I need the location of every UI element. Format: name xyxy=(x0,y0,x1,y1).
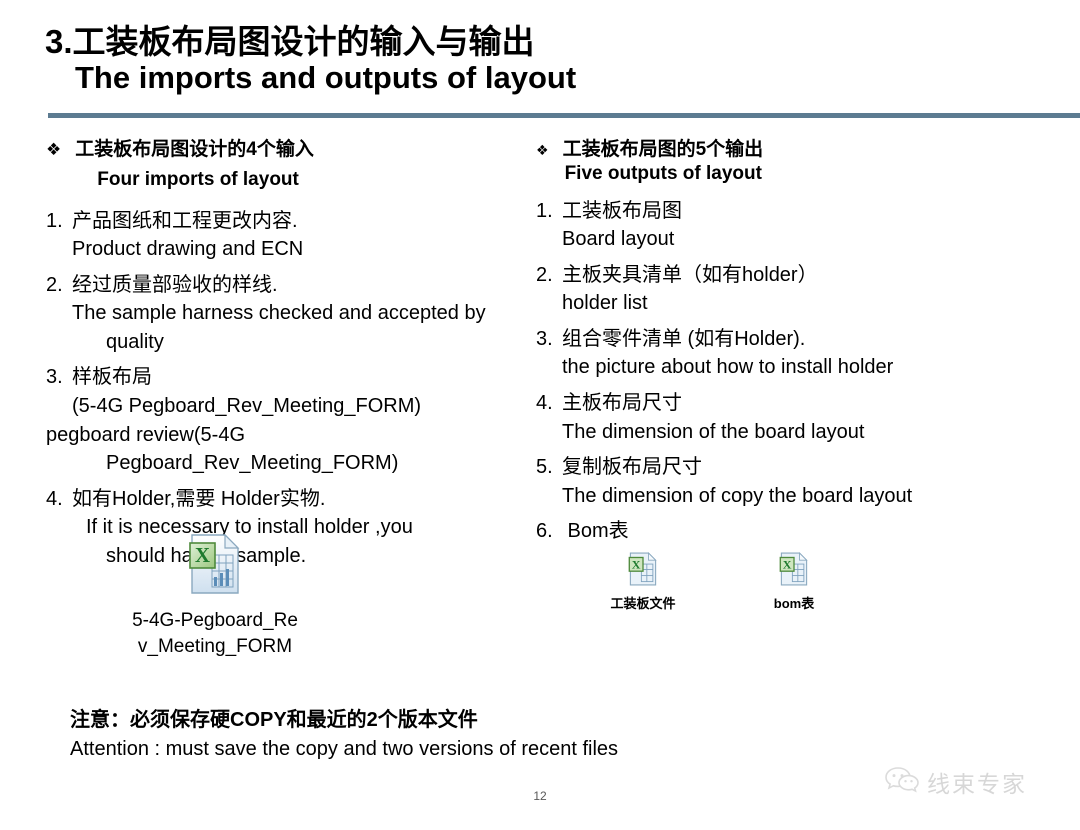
excel-file-icon[interactable]: X xyxy=(188,533,242,600)
page-title: 3.工装板布局图设计的输入与输出 The imports and outputs… xyxy=(45,23,1045,96)
list-item-number: 2. xyxy=(46,273,63,296)
list-item-cn: 3. 组合零件清单 (如有Holder). xyxy=(536,326,1056,353)
list-item-en-extra2: Pegboard_Rev_Meeting_FORM) xyxy=(106,452,399,475)
list-item: 5. 复制板布局尺寸 The dimension of copy the boar… xyxy=(536,454,1056,509)
excel-file-left[interactable]: X 5-4G-Pegboard_Re v_Meeting_FORM xyxy=(130,533,300,659)
list-item-cn-text: 主板夹具清单（如有holder） xyxy=(562,263,818,286)
right-heading-en: Five outputs of layout xyxy=(564,162,762,184)
list-item-cn-text: 复制板布局尺寸 xyxy=(562,456,702,479)
list-item-cn-text: 如有Holder,需要 Holder实物. xyxy=(72,487,326,510)
list-item-number: 2. xyxy=(536,263,553,286)
excel-file-board[interactable]: X 工装板文件 xyxy=(583,552,703,612)
list-item-en-extra1: pegboard review(5-4G xyxy=(46,423,245,446)
list-item: 2. 主板夹具清单（如有holder） holder list xyxy=(536,262,1056,317)
list-item-en: The sample harness checked and accepted … xyxy=(72,302,486,325)
list-item-en: The dimension of the board layout xyxy=(562,420,865,443)
list-item-en: (5-4G Pegboard_Rev_Meeting_FORM) xyxy=(72,395,422,418)
list-item-number: 6. xyxy=(536,520,553,543)
watermark-text: 线束专家 xyxy=(927,772,1027,798)
page-title-en: The imports and outputs of layout xyxy=(75,59,577,95)
list-item-en: holder list xyxy=(562,292,648,315)
attention-note: 注意：必须保存硬COPY和最近的2个版本文件 Attention : must … xyxy=(70,707,970,762)
attention-note-cn: 注意：必须保存硬COPY和最近的2个版本文件 xyxy=(70,709,478,731)
list-item-cn: 2. 主板夹具清单（如有holder） xyxy=(536,262,1056,289)
list-item: 1. 工装板布局图 Board layout xyxy=(536,198,1056,253)
excel-file-left-caption: 5-4G-Pegboard_Re v_Meeting_FORM xyxy=(130,608,300,659)
wechat-icon xyxy=(885,766,919,799)
left-heading-en: Four imports of layout xyxy=(97,168,299,190)
list-item: 4. 主板布局尺寸 The dimension of the board layo… xyxy=(536,390,1056,445)
list-item-cn: 1. 产品图纸和工程更改内容. xyxy=(46,208,546,235)
list-item-en-cont: quality xyxy=(106,330,164,353)
list-item-en: Board layout xyxy=(562,228,675,251)
excel-file-left-caption-line2: v_Meeting_FORM xyxy=(137,635,293,657)
list-item-number: 1. xyxy=(46,209,63,232)
list-item-cn-text: 组合零件清单 (如有Holder). xyxy=(562,327,806,350)
list-item-number: 3. xyxy=(46,366,63,389)
excel-file-left-caption-line1: 5-4G-Pegboard_Re xyxy=(132,610,298,631)
list-item-number: 3. xyxy=(536,327,553,350)
list-item-cn: 1. 工装板布局图 xyxy=(536,198,1056,225)
excel-file-board-caption: 工装板文件 xyxy=(610,596,676,611)
excel-file-icon[interactable]: X xyxy=(628,552,658,591)
diamond-bullet-icon: ❖ xyxy=(536,142,549,158)
list-item-number: 5. xyxy=(536,456,553,479)
list-item-number: 4. xyxy=(46,487,63,510)
left-heading-cn: 工装板布局图设计的4个输入 xyxy=(75,139,314,160)
list-item: 6. Bom表 xyxy=(536,518,1056,545)
list-item-number: 4. xyxy=(536,392,553,415)
right-column: ❖ 工装板布局图的5个输出 Five outputs of layout 1. 工… xyxy=(536,138,1056,545)
list-item-cn: 4. 主板布局尺寸 xyxy=(536,390,1056,417)
watermark: 线束专家 xyxy=(885,765,1027,799)
list-item-cn-text: 主板布局尺寸 xyxy=(562,392,682,415)
svg-text:X: X xyxy=(632,557,641,571)
list-item-cn: 6. Bom表 xyxy=(536,518,1056,545)
excel-file-bom[interactable]: X bom表 xyxy=(734,552,854,612)
list-item-en: The dimension of copy the board layout xyxy=(562,484,913,507)
title-divider xyxy=(48,113,1080,118)
list-item-cn-text: Bom表 xyxy=(562,520,629,543)
list-item-cn-text: 工装板布局图 xyxy=(562,199,682,222)
list-item-cn-text: 样板布局 xyxy=(72,366,152,389)
attention-note-en: Attention : must save the copy and two v… xyxy=(70,738,619,760)
list-item-cn-text: 经过质量部验收的样线. xyxy=(72,273,278,296)
excel-file-icon[interactable]: X xyxy=(779,552,809,591)
list-item-cn-text: 产品图纸和工程更改内容. xyxy=(72,209,298,232)
left-column: ❖ 工装板布局图设计的4个输入 Four imports of layout 1… xyxy=(46,138,546,570)
list-item-en: Product drawing and ECN xyxy=(72,238,304,261)
left-column-heading: ❖ 工装板布局图设计的4个输入 Four imports of layout xyxy=(46,138,546,192)
svg-text:X: X xyxy=(783,557,792,571)
right-column-heading: ❖ 工装板布局图的5个输出 Five outputs of layout xyxy=(536,138,1056,186)
svg-text:X: X xyxy=(195,543,210,567)
slide-root: 3.工装板布局图设计的输入与输出 The imports and outputs… xyxy=(0,0,1080,830)
list-item-number: 1. xyxy=(536,199,553,222)
list-item-cn: 3. 样板布局 xyxy=(46,364,546,391)
right-heading-cn: 工装板布局图的5个输出 xyxy=(562,139,764,160)
list-item: 3. 样板布局 (5-4G Pegboard_Rev_Meeting_FORM) … xyxy=(46,364,546,476)
list-item-cn: 4. 如有Holder,需要 Holder实物. xyxy=(46,486,546,513)
list-item: 2. 经过质量部验收的样线. The sample harness checked… xyxy=(46,272,546,356)
excel-file-bom-caption: bom表 xyxy=(773,596,815,611)
diamond-bullet-icon: ❖ xyxy=(46,140,62,159)
page-title-cn: 3.工装板布局图设计的输入与输出 xyxy=(45,23,535,60)
list-item-cn: 5. 复制板布局尺寸 xyxy=(536,454,1056,481)
list-item: 3. 组合零件清单 (如有Holder). the picture about h… xyxy=(536,326,1056,381)
list-item-en: the picture about how to install holder xyxy=(562,356,894,379)
list-item: 1. 产品图纸和工程更改内容. Product drawing and ECN xyxy=(46,208,546,263)
list-item-cn: 2. 经过质量部验收的样线. xyxy=(46,272,546,299)
